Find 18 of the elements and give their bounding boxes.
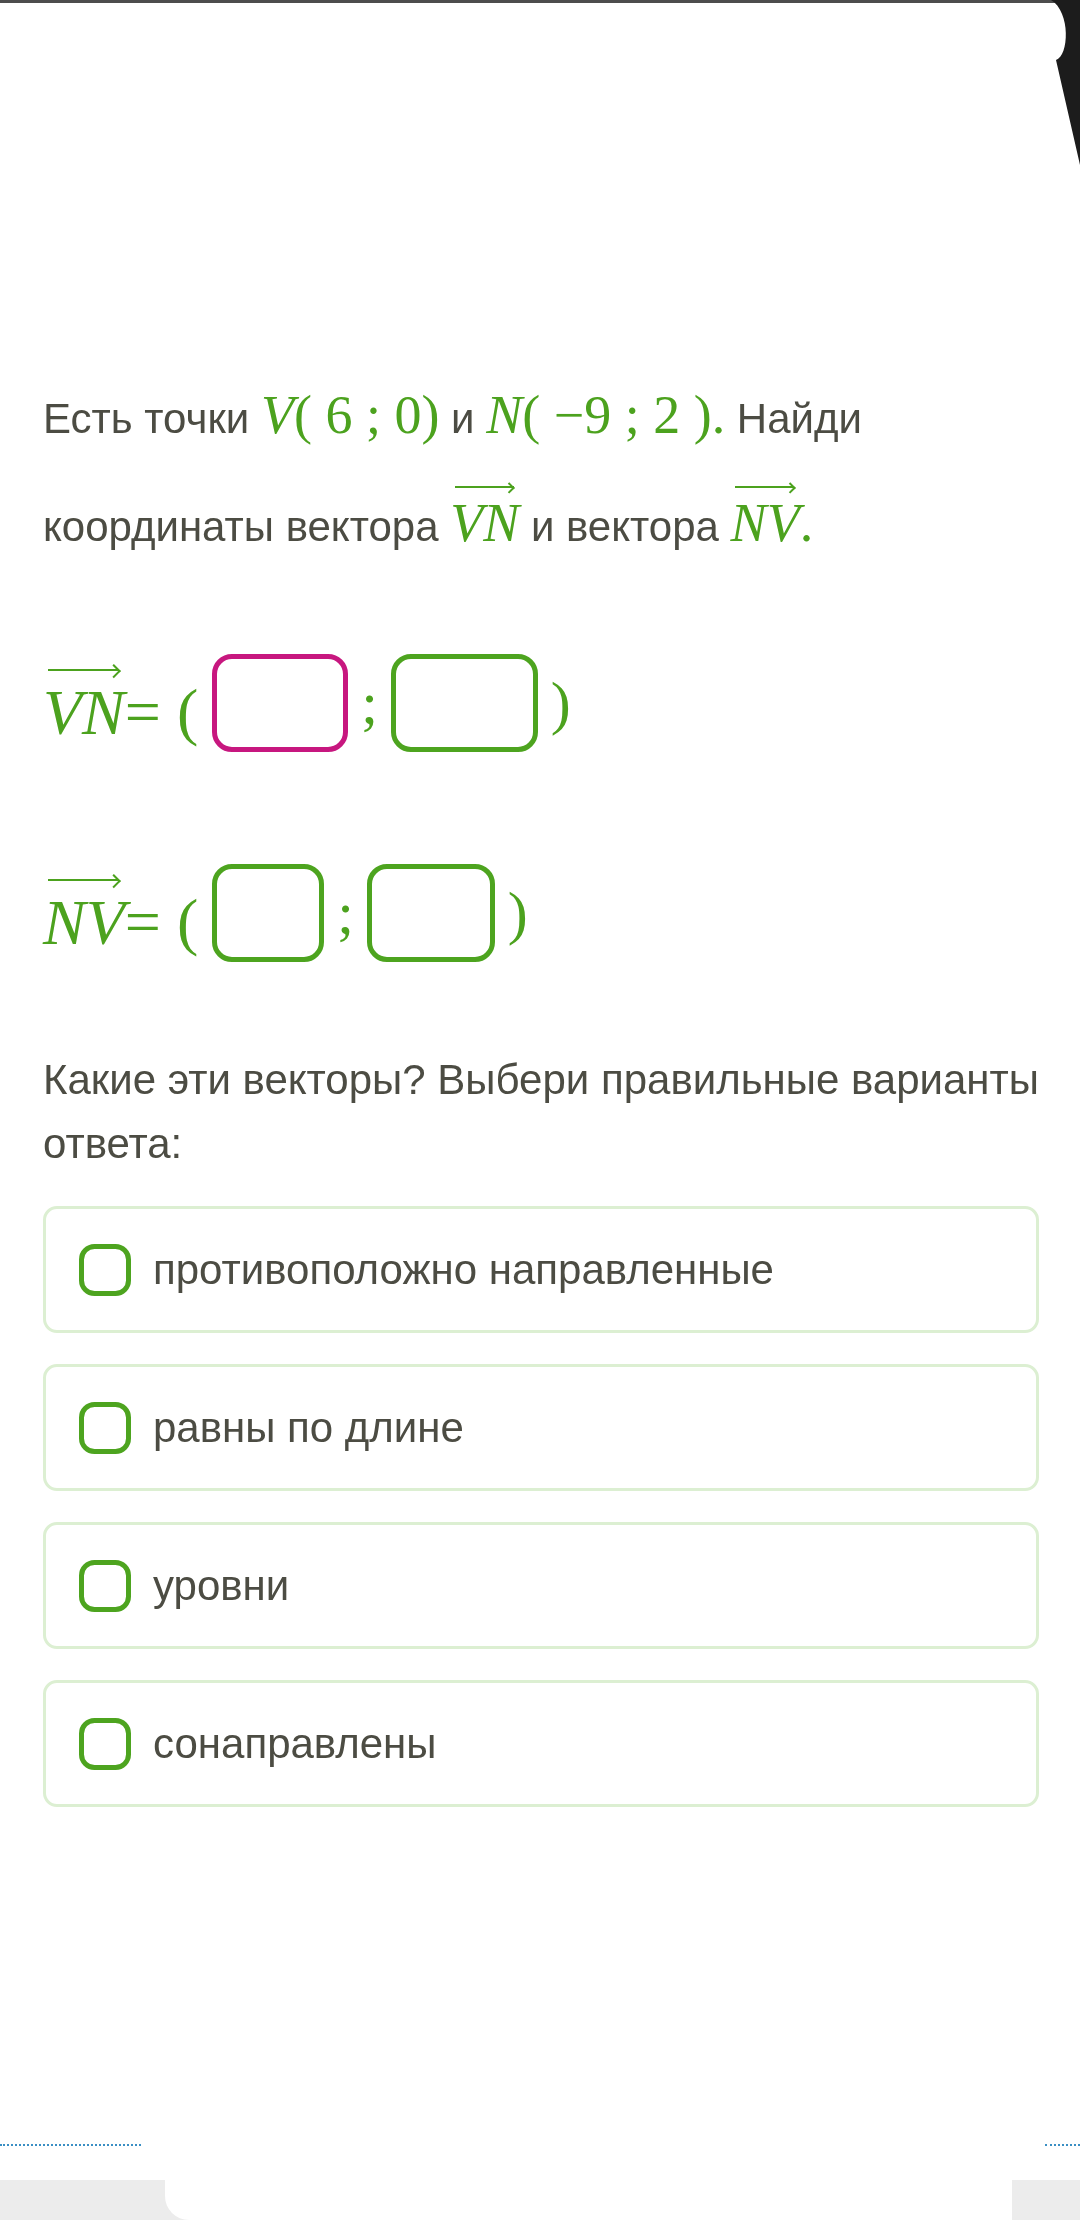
checkbox[interactable] — [79, 1559, 131, 1612]
question-text: Какие эти векторы? Выбери правильные варианты ответа: — [43, 1055, 1039, 1169]
answer-option[interactable]: уровни — [43, 1522, 1039, 1649]
checkbox[interactable] — [79, 1717, 131, 1770]
equation-label: VN= ( — [43, 661, 199, 745]
answer-option[interactable]: противоположно направленные — [43, 1206, 1039, 1333]
answer-box[interactable] — [212, 654, 349, 752]
answer-box[interactable] — [390, 654, 538, 752]
answer-option[interactable]: равны по длине — [43, 1364, 1039, 1491]
answer-box[interactable] — [366, 864, 495, 962]
problem-statement: Есть точки V( 6 ; 0) и N( −9 ; 2 ). Найди координаты вектора VN и вектора NV. — [43, 384, 863, 555]
answer-option[interactable]: сонаправлены — [43, 1680, 1039, 1807]
semicolon: ; — [337, 883, 354, 943]
checkbox[interactable] — [79, 1243, 131, 1296]
equation-label: NV= ( — [43, 871, 199, 955]
answer-box[interactable] — [212, 864, 325, 962]
semicolon: ; — [361, 673, 378, 733]
checkbox[interactable] — [79, 1401, 131, 1454]
